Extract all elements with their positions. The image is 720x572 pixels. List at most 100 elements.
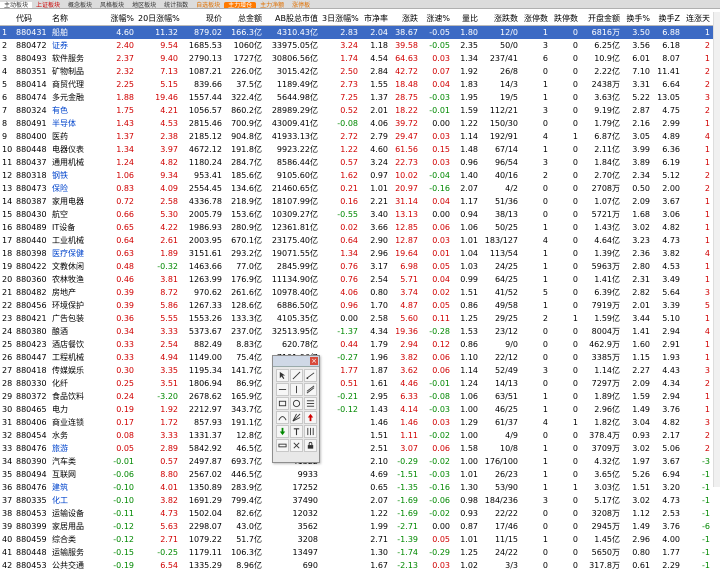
lock-tool-icon[interactable]	[304, 439, 317, 452]
column-header[interactable]: 连涨天	[682, 12, 712, 26]
table-row[interactable]: 9880400医药1.372.382185.12904.8亿41933.13亿2…	[0, 130, 720, 143]
column-header[interactable]: 市净率	[360, 12, 390, 26]
table-row[interactable]: 40880459综合类-0.122.711079.2251.7亿32082.71…	[0, 533, 720, 546]
palette-close-button[interactable]: ×	[310, 357, 318, 365]
board-tab[interactable]: 主力净额	[256, 2, 288, 9]
up-arrow-tool-icon[interactable]	[304, 411, 317, 424]
table-row[interactable]: 28880330化纤0.253.511806.9486.9亿4475.24亿0.…	[0, 377, 720, 390]
column-header[interactable]: 涨跌	[390, 12, 420, 26]
table-row[interactable]: 21880482房地产0.398.72970.62261.6亿10978.40亿…	[0, 286, 720, 299]
column-header[interactable]: 换手%	[622, 12, 652, 26]
column-header[interactable]: 涨跌数	[480, 12, 520, 26]
ruler-tool-icon[interactable]	[276, 439, 289, 452]
column-header[interactable]: 20日涨幅%	[136, 12, 180, 26]
table-row[interactable]: 31880406商业连锁0.171.72857.93191.1亿96231.46…	[0, 416, 720, 429]
column-header[interactable]: 涨速%	[420, 12, 452, 26]
table-row[interactable]: 3880493软件服务2.379.402790.131727亿30806.56亿…	[0, 52, 720, 65]
line-tool-icon[interactable]	[290, 369, 303, 382]
fibonacci-tool-icon[interactable]	[304, 397, 317, 410]
cell-d3: 2.83	[320, 26, 360, 40]
table-row[interactable]: 17880440工业机械0.642.612003.95670.1亿23175.4…	[0, 234, 720, 247]
table-row[interactable]: 4880351矿物制品2.327.131087.21226.0亿3015.42亿…	[0, 65, 720, 78]
table-row[interactable]: 33880476旅游0.052.895842.9246.5亿25932.513.…	[0, 442, 720, 455]
cell-dt: 0	[550, 520, 580, 533]
table-row[interactable]: 8880491半导体1.434.532815.46700.9亿43009.41亿…	[0, 117, 720, 130]
column-header[interactable]	[0, 12, 14, 26]
column-header[interactable]: 涨幅%	[102, 12, 136, 26]
palette-title-bar[interactable]: ×	[273, 356, 319, 367]
table-row[interactable]: 15880430航空0.665.302005.79153.6亿10309.27亿…	[0, 208, 720, 221]
cell-name: 船舶	[50, 26, 102, 40]
table-row[interactable]: 38880453运输设备-0.114.731502.0482.6亿120321.…	[0, 507, 720, 520]
cycle-tool-icon[interactable]	[304, 425, 317, 438]
table-row[interactable]: 29880372食品饮料0.24-3.202678.62165.9亿16811.…	[0, 390, 720, 403]
board-tab[interactable]: 概念板块	[64, 2, 96, 9]
board-tab[interactable]: 上证板块	[32, 2, 64, 9]
table-row[interactable]: 25880423酒店餐饮0.332.54882.498.83亿620.78亿0.…	[0, 338, 720, 351]
cell-streak: 2	[682, 78, 712, 91]
text-tool-icon[interactable]	[290, 425, 303, 438]
table-row[interactable]: 13880473保险0.834.092554.45134.6亿21460.65亿…	[0, 182, 720, 195]
table-row[interactable]: 1880431船舶4.6011.32879.02166.3亿4310.43亿2.…	[0, 26, 720, 40]
column-header[interactable]: 现价	[180, 12, 224, 26]
down-arrow-tool-icon[interactable]	[276, 425, 289, 438]
column-header[interactable]: 跌停数	[550, 12, 580, 26]
table-row[interactable]: 20880360农林牧渔0.463.811263.99176.9亿11134.9…	[0, 273, 720, 286]
column-header[interactable]: 3日涨幅%	[320, 12, 360, 26]
table-row[interactable]: 36880476建筑-0.104.011350.89283.9亿172520.6…	[0, 481, 720, 494]
table-row[interactable]: 12880318钢铁1.069.34953.41185.6亿9105.60亿1.…	[0, 169, 720, 182]
cursor-tool-icon[interactable]	[276, 369, 289, 382]
column-header[interactable]: 代码	[14, 12, 50, 26]
table-row[interactable]: 10880448电器仪表1.343.974672.12191.8亿9923.22…	[0, 143, 720, 156]
column-header[interactable]: 涨停数	[520, 12, 550, 26]
column-header[interactable]: 换手Z	[652, 12, 682, 26]
table-row[interactable]: 42880453公共交通-0.196.541335.298.96亿6901.67…	[0, 559, 720, 572]
table-row[interactable]: 24880380酿酒0.343.335373.67237.0亿32513.95亿…	[0, 325, 720, 338]
delete-tool-icon[interactable]	[290, 439, 303, 452]
board-tab[interactable]: 风格板块	[96, 2, 128, 9]
ray-tool-icon[interactable]	[304, 369, 317, 382]
table-row[interactable]: 30880465电力0.191.922212.97343.7亿29574.69亿…	[0, 403, 720, 416]
board-tab[interactable]: 主动板块	[0, 2, 32, 9]
gann-tool-icon[interactable]	[290, 411, 303, 424]
board-tab[interactable]: 统计指数	[160, 2, 192, 9]
hline-tool-icon[interactable]	[276, 383, 289, 396]
table-row[interactable]: 6880474多元金融1.8819.461557.44322.4亿5644.98…	[0, 91, 720, 104]
channel-tool-icon[interactable]	[276, 397, 289, 410]
cell-speed: 0.04	[420, 78, 452, 91]
board-tab[interactable]: 自选板块	[192, 2, 224, 9]
table-row[interactable]: 5880414商贸代理2.255.15839.6637.5亿1189.49亿2.…	[0, 78, 720, 91]
table-row[interactable]: 41880448运输服务-0.15-0.251179.11106.3亿13497…	[0, 546, 720, 559]
board-tab[interactable]: 地区板块	[128, 2, 160, 9]
cell-price: 882.49	[180, 338, 224, 351]
table-row[interactable]: 14880387家用电器0.722.584336.78218.9亿18107.9…	[0, 195, 720, 208]
cell-dt: 1	[550, 312, 580, 325]
table-row[interactable]: 23880421广告包装0.365.551553.26133.3亿4105.35…	[0, 312, 720, 325]
table-row[interactable]: 19880422文教休闲0.48-0.321463.6677.0亿2845.99…	[0, 260, 720, 273]
column-header[interactable]: 总金额	[224, 12, 264, 26]
table-row[interactable]: 39880399家居用品-0.125.632298.0743.0亿35621.9…	[0, 520, 720, 533]
circle-tool-icon[interactable]	[290, 397, 303, 410]
board-tab[interactable]: 主力增仓	[224, 2, 256, 9]
table-row[interactable]: 2880472证券2.409.541685.531060亿33975.05亿3.…	[0, 39, 720, 52]
arc-tool-icon[interactable]	[276, 411, 289, 424]
table-row[interactable]: 7880324有色1.754.211056.57860.2亿28989.29亿0…	[0, 104, 720, 117]
table-row[interactable]: 26880447工程机械0.334.941149.0075.4亿7191.96亿…	[0, 351, 720, 364]
column-header[interactable]: 开盘金额	[580, 12, 622, 26]
column-header[interactable]: 量比	[452, 12, 480, 26]
table-row[interactable]: 37880335化工-0.103.821691.29799.4亿374902.0…	[0, 494, 720, 507]
table-row[interactable]: 16880489IT设备0.654.221986.93280.9亿12361.8…	[0, 221, 720, 234]
table-row[interactable]: 32880454水务0.083.331331.3712.8亿14391.511.…	[0, 429, 720, 442]
column-header[interactable]: AB股总市值	[264, 12, 320, 26]
parallel-tool-icon[interactable]	[304, 383, 317, 396]
table-row[interactable]: 35880494互联网-0.068.802567.02446.5亿99334.6…	[0, 468, 720, 481]
table-row[interactable]: 34880390汽车类-0.010.572497.87693.7亿413222.…	[0, 455, 720, 468]
vertical-scrollbar[interactable]	[713, 12, 720, 487]
table-row[interactable]: 22880456环境保护0.395.861267.33128.6亿6886.50…	[0, 299, 720, 312]
column-header[interactable]: 名称	[50, 12, 102, 26]
table-row[interactable]: 18880398医疗保健0.631.893151.61293.2亿19071.5…	[0, 247, 720, 260]
board-tab[interactable]: 涨停板	[288, 2, 314, 9]
table-row[interactable]: 27880418传媒娱乐0.303.351195.34141.7亿7325.64…	[0, 364, 720, 377]
vline-tool-icon[interactable]	[290, 383, 303, 396]
table-row[interactable]: 11880437通用机械1.244.821180.24284.7亿8586.44…	[0, 156, 720, 169]
